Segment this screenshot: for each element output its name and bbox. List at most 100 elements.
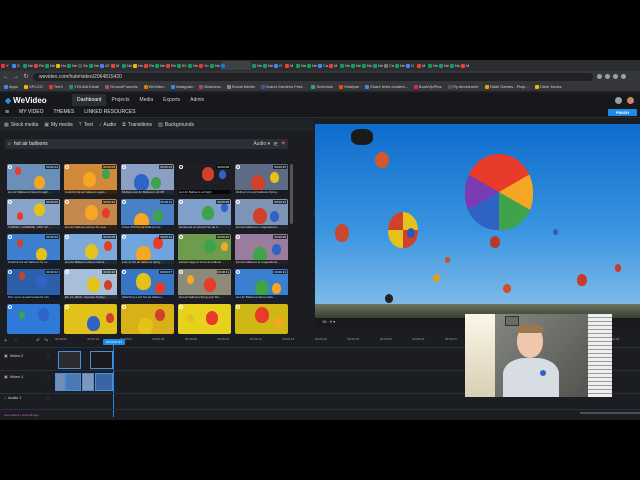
- bookmark-item[interactable]: WeVideo: [143, 84, 165, 89]
- tab-stock-media[interactable]: ▦ Stock media: [4, 122, 38, 128]
- tab-my-media[interactable]: ▣ My media: [44, 122, 72, 128]
- browser-tab[interactable]: Y: [1, 61, 11, 70]
- browser-tab[interactable]: Ne: [45, 61, 55, 70]
- stock-media-thumbnail[interactable]: 00:00:09 Colorful hot air balloons again.…: [64, 164, 117, 194]
- browser-tab[interactable]: M: [285, 61, 295, 70]
- playhead[interactable]: [113, 345, 114, 417]
- tab-backgrounds[interactable]: ▧ Backgrounds: [158, 122, 194, 128]
- select-checkbox[interactable]: [122, 305, 126, 309]
- select-checkbox[interactable]: [122, 270, 126, 274]
- timeline-clip[interactable]: [90, 351, 113, 369]
- track-menu-icon[interactable]: ⋮: [46, 395, 50, 400]
- select-checkbox[interactable]: [122, 165, 126, 169]
- select-checkbox[interactable]: [8, 235, 12, 239]
- bookmark-item[interactable]: Share texts content...: [365, 84, 408, 89]
- timeline-scrollbar[interactable]: [580, 412, 640, 414]
- stock-media-thumbnail[interactable]: 00:00:09 Hundreds of colored hot air b...: [178, 199, 231, 229]
- select-checkbox[interactable]: [122, 235, 126, 239]
- select-checkbox[interactable]: [8, 270, 12, 274]
- track-visibility-icon[interactable]: ▣: [4, 353, 8, 358]
- tab-transitions[interactable]: ⧉ Transitions: [122, 122, 152, 128]
- select-checkbox[interactable]: [236, 165, 240, 169]
- stock-media-thumbnail[interactable]: [235, 304, 288, 334]
- stock-media-thumbnail[interactable]: 00:00:08 Hot Air Balloons at Night: [178, 164, 231, 194]
- browser-tab[interactable]: Ne: [351, 61, 361, 70]
- stock-media-thumbnail[interactable]: 00:00:11 Close 360 hot air balloons fly..…: [121, 199, 174, 229]
- stock-media-thumbnail[interactable]: 00:00:10 20, 11, 2019 - Goreme Turkey...: [64, 269, 117, 299]
- browser-tab[interactable]: Ne: [395, 61, 405, 70]
- playhead-time[interactable]: 00:00:01:21: [103, 339, 125, 345]
- media-type-select[interactable]: Audio ▾: [253, 141, 270, 147]
- bookmark-item[interactable]: TeeX: [48, 84, 63, 89]
- select-checkbox[interactable]: [65, 270, 69, 274]
- stock-media-thumbnail[interactable]: 00:00:12 Hot Air Balloons Float through..…: [7, 164, 60, 194]
- browser-tab[interactable]: Ne: [122, 61, 132, 70]
- browser-tab[interactable]: G: [274, 61, 284, 70]
- bookmark-item[interactable]: Grand Gardens Fest...: [260, 84, 305, 89]
- avatar[interactable]: [627, 96, 634, 104]
- extension-icon[interactable]: [605, 74, 610, 79]
- themes-tab[interactable]: THEMES: [48, 109, 79, 115]
- browser-tab[interactable]: [221, 61, 251, 70]
- stock-media-thumbnail[interactable]: 00:00:09 Hot air balloons at Cappadocia..…: [235, 234, 288, 264]
- bookmark-item[interactable]: Instagram: [170, 84, 193, 89]
- aspect-ratio-select[interactable]: 16 : 9 ▾: [322, 319, 335, 324]
- browser-tab[interactable]: Re: [166, 61, 176, 70]
- nav-dashboard[interactable]: Dashboard: [72, 94, 107, 106]
- select-checkbox[interactable]: [65, 200, 69, 204]
- search-input[interactable]: hot air balloons: [14, 141, 251, 147]
- stock-media-thumbnail[interactable]: 00:00:11 Hot air balloons flying over De.…: [178, 269, 231, 299]
- tab-audio[interactable]: ♪ Audio: [99, 122, 116, 128]
- select-checkbox[interactable]: [8, 200, 12, 204]
- stock-media-thumbnail[interactable]: 00:00:16 Aerial image of a hot air balloo…: [178, 234, 231, 264]
- extension-icon[interactable]: [597, 74, 602, 79]
- audio-track-icon[interactable]: ♪: [4, 395, 6, 400]
- track-menu-icon[interactable]: ⋮: [46, 353, 50, 358]
- tab-text[interactable]: T Text: [79, 122, 93, 128]
- browser-tab[interactable]: Ne: [67, 61, 77, 70]
- browser-tab[interactable]: Yo: [199, 61, 209, 70]
- stock-media-thumbnail[interactable]: 00:00:07 Watching a red hot air balloon..…: [121, 269, 174, 299]
- select-checkbox[interactable]: [65, 305, 69, 309]
- timeline-clip[interactable]: [95, 373, 113, 391]
- timeline-clip[interactable]: [65, 373, 81, 391]
- bookmark-item[interactable]: GrooveFunnels: [105, 84, 138, 89]
- bookmark-item[interactable]: XPLGO: [24, 84, 43, 89]
- bookmark-item[interactable]: Apps: [4, 84, 18, 89]
- stock-media-thumbnail[interactable]: 00:00:12 Hot air balloons in Cappadocia..…: [235, 199, 288, 229]
- browser-tab[interactable]: Ho: [133, 61, 143, 70]
- browser-tab[interactable]: 90: [177, 61, 187, 70]
- stock-media-thumbnail[interactable]: 00:00:10 Colorful hot air balloons fly ov…: [7, 234, 60, 264]
- browser-tab[interactable]: Se: [78, 61, 88, 70]
- select-checkbox[interactable]: [179, 270, 183, 274]
- timeline-clip[interactable]: [82, 373, 94, 391]
- stock-media-thumbnail[interactable]: [121, 304, 174, 334]
- browser-tab[interactable]: Ne: [439, 61, 449, 70]
- stock-media-thumbnail[interactable]: 00:00:14 Lots of hot air balloons flying.…: [121, 234, 174, 264]
- browser-tab[interactable]: Ne: [89, 61, 99, 70]
- stock-media-thumbnail[interactable]: [64, 304, 117, 334]
- browser-tab[interactable]: Re: [34, 61, 44, 70]
- filter-icon[interactable]: ⚟: [273, 141, 278, 148]
- favorites-heart-icon[interactable]: ♥: [281, 141, 285, 147]
- magnet-icon[interactable]: ◌: [14, 338, 17, 344]
- nav-exports[interactable]: Exports: [158, 94, 185, 106]
- track-menu-icon[interactable]: ⋮: [46, 374, 50, 379]
- select-checkbox[interactable]: [65, 235, 69, 239]
- select-checkbox[interactable]: [122, 200, 126, 204]
- media-scrollbar[interactable]: [290, 164, 293, 224]
- select-checkbox[interactable]: [8, 305, 12, 309]
- select-checkbox[interactable]: [179, 235, 183, 239]
- browser-tab[interactable]: Ne: [362, 61, 372, 70]
- bookmark-item[interactable]: YOUNA Email: [69, 84, 99, 89]
- back-icon[interactable]: ←: [3, 74, 9, 80]
- timeline-clip[interactable]: [58, 351, 81, 369]
- stock-media-thumbnail[interactable]: [178, 304, 231, 334]
- browser-tab[interactable]: Ne: [307, 61, 317, 70]
- select-checkbox[interactable]: [236, 200, 240, 204]
- bookmark-item[interactable]: Social Media: [226, 84, 255, 89]
- bookmark-item[interactable]: Table Games - Playi...: [484, 84, 529, 89]
- browser-tab[interactable]: Ce: [384, 61, 394, 70]
- stock-media-thumbnail[interactable]: 00:00:13 Hot Air Balloons Above Mou...: [235, 269, 288, 299]
- video-preview[interactable]: [315, 124, 640, 318]
